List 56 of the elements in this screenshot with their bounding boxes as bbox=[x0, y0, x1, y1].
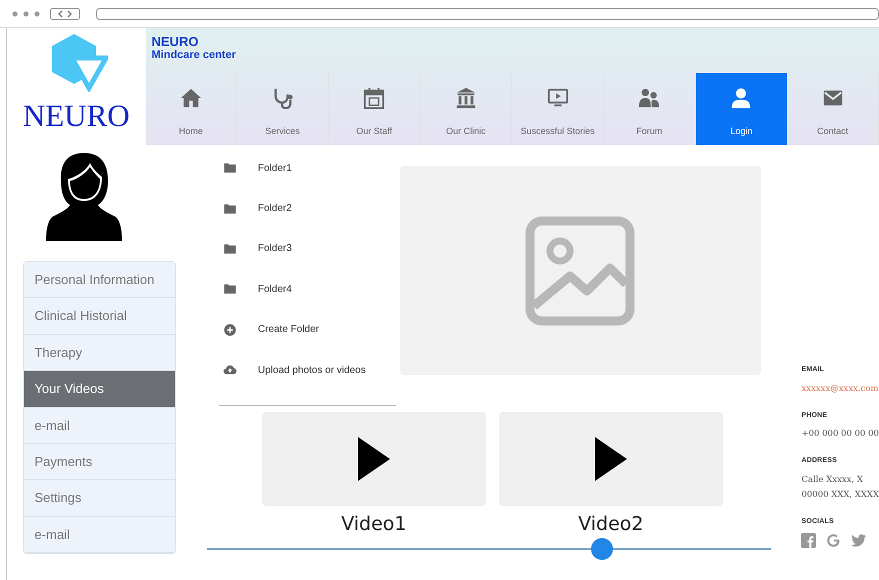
window-controls-icon[interactable] bbox=[12, 10, 42, 16]
video-thumbnail[interactable] bbox=[262, 412, 486, 506]
nav-tab[interactable]: Our Clinic bbox=[420, 73, 512, 145]
nav-tab[interactable]: Our Staff bbox=[328, 73, 421, 145]
stethoscope-icon bbox=[272, 87, 294, 109]
file-item[interactable]: Folder3 bbox=[258, 241, 292, 256]
folder-icon bbox=[222, 161, 237, 176]
file-item[interactable]: Folder4 bbox=[258, 282, 292, 297]
contact-text: 00000 XXX, XXXX bbox=[801, 488, 879, 502]
brand-title: NEURO bbox=[152, 35, 200, 49]
calendar-icon bbox=[363, 87, 386, 109]
play-screen-icon bbox=[546, 87, 569, 109]
video-title: Video2 bbox=[578, 512, 644, 536]
slider-thumb[interactable] bbox=[590, 538, 613, 560]
sidebar-item[interactable]: Personal Information bbox=[24, 262, 176, 298]
sidebar-item[interactable]: e-mail bbox=[24, 408, 176, 444]
nav-tab[interactable]: Contact bbox=[787, 73, 879, 145]
nav-tab[interactable]: Suscessful Stories bbox=[512, 73, 604, 145]
brand-subtitle: Mindcare center bbox=[152, 49, 237, 62]
nav-tab[interactable]: Services bbox=[237, 73, 329, 145]
sidebar-item[interactable]: Settings bbox=[24, 480, 176, 517]
folder-icon bbox=[222, 202, 237, 216]
email-link[interactable]: xxxxxx@xxxx.com bbox=[801, 382, 879, 396]
home-icon bbox=[180, 87, 202, 109]
folder-icon bbox=[222, 282, 237, 296]
video-thumbnail[interactable] bbox=[498, 412, 723, 506]
bank-icon bbox=[454, 87, 477, 109]
nav-tab[interactable]: Login bbox=[696, 73, 788, 145]
image-icon bbox=[525, 216, 636, 326]
sidebar-item[interactable]: Payments bbox=[24, 444, 176, 480]
file-item[interactable]: Upload photos or videos bbox=[258, 362, 366, 378]
people-icon bbox=[638, 87, 660, 109]
sidebar-item[interactable]: Your Videos bbox=[24, 371, 176, 408]
facebook-icon[interactable] bbox=[801, 533, 816, 548]
sidebar-item[interactable]: e-mail bbox=[24, 516, 176, 554]
contact-text: +00 000 00 00 00 bbox=[801, 428, 879, 441]
logo-text: NEURO bbox=[22, 100, 130, 131]
back-forward-icon[interactable] bbox=[50, 8, 80, 20]
plus-circle-icon bbox=[222, 322, 237, 337]
sidebar-item[interactable]: Clinical Historial bbox=[24, 298, 176, 335]
twitter-icon[interactable] bbox=[851, 534, 866, 547]
video-title: Video1 bbox=[341, 512, 407, 536]
play-icon bbox=[358, 437, 390, 482]
user-icon bbox=[730, 87, 752, 109]
contact-text: Calle Xxxxx, X bbox=[801, 474, 864, 486]
folder-icon bbox=[222, 242, 237, 256]
nav-tab[interactable]: Home bbox=[146, 73, 238, 145]
slider[interactable] bbox=[206, 538, 771, 560]
avatar-icon bbox=[46, 151, 122, 241]
file-item[interactable]: Create Folder bbox=[258, 322, 320, 338]
play-icon bbox=[594, 437, 627, 482]
sidebar-item[interactable]: Therapy bbox=[24, 334, 176, 372]
file-item[interactable]: Folder1 bbox=[258, 160, 292, 176]
address-bar[interactable] bbox=[96, 8, 879, 20]
google-icon[interactable] bbox=[826, 533, 842, 548]
file-item[interactable]: Folder2 bbox=[258, 201, 292, 216]
